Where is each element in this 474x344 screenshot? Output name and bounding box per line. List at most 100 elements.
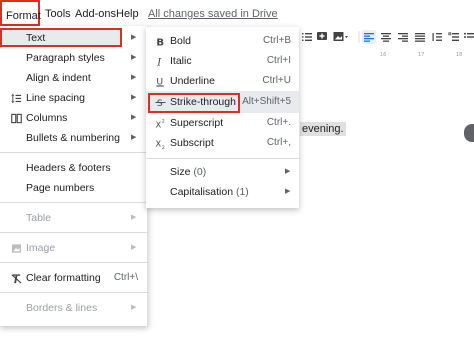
strikethrough-highlight-box bbox=[148, 93, 240, 113]
submenu-item-superscript[interactable]: X2 Superscript Ctrl+. bbox=[146, 113, 299, 133]
menu-item-label: Line spacing bbox=[26, 92, 85, 104]
submenu-arrow-icon: ▶ bbox=[131, 134, 137, 141]
submenu-item-shortcut: Alt+Shift+5 bbox=[242, 96, 291, 107]
svg-text:X: X bbox=[155, 138, 161, 148]
toolbar bbox=[300, 28, 474, 48]
format-menu: Text ▶ Paragraph styles ▶ Align & indent… bbox=[0, 26, 148, 326]
document-selected-text[interactable]: evening. bbox=[300, 122, 346, 136]
menu-item-image: Image ▶ bbox=[0, 238, 148, 258]
align-right-icon[interactable] bbox=[396, 30, 410, 44]
submenu-arrow-icon: ▶ bbox=[131, 34, 137, 41]
superscript-icon: X2 bbox=[154, 117, 166, 129]
menu-item-align-indent[interactable]: Align & indent ▶ bbox=[0, 68, 148, 88]
align-left-icon[interactable] bbox=[362, 30, 376, 44]
text-submenu: B Bold Ctrl+B I Italic Ctrl+I U Underlin… bbox=[146, 27, 299, 208]
menu-item-columns[interactable]: Columns ▶ bbox=[0, 108, 148, 128]
format-menu-button[interactable]: Format bbox=[0, 0, 41, 26]
submenu-arrow-icon: ▶ bbox=[131, 94, 137, 101]
submenu-arrow-icon: ▶ bbox=[285, 168, 291, 175]
checklist-icon[interactable] bbox=[447, 30, 461, 44]
submenu-item-subscript[interactable]: X2 Subscript Ctrl+, bbox=[146, 133, 299, 153]
align-center-icon[interactable] bbox=[379, 30, 393, 44]
submenu-item-underline[interactable]: U Underline Ctrl+U bbox=[146, 71, 299, 91]
ruler-mark: 18 bbox=[456, 52, 463, 58]
menu-item-clear-formatting[interactable]: Clear formatting Ctrl+\ bbox=[0, 268, 148, 288]
submenu-arrow-icon: ▶ bbox=[131, 74, 137, 81]
side-panel-toggle[interactable] bbox=[464, 124, 474, 142]
submenu-item-shortcut: Ctrl+U bbox=[262, 75, 291, 86]
menu-item-line-spacing[interactable]: Line spacing ▶ bbox=[0, 88, 148, 108]
menu-item-label: Image bbox=[26, 242, 56, 254]
submenu-item-label: Subscript bbox=[170, 137, 214, 149]
menu-divider bbox=[0, 292, 148, 293]
menu-item-label: Align & indent bbox=[26, 72, 91, 84]
submenu-item-shortcut: Ctrl+. bbox=[266, 117, 291, 128]
ruler-mark: 17 bbox=[418, 52, 425, 58]
submenu-item-bold[interactable]: B Bold Ctrl+B bbox=[146, 31, 299, 51]
save-status-link[interactable]: All changes saved in Drive bbox=[148, 8, 278, 20]
add-comment-icon[interactable] bbox=[315, 30, 329, 44]
menu-item-label: Clear formatting bbox=[26, 272, 101, 284]
toolbar-divider bbox=[357, 30, 360, 44]
menu-item-label: Borders & lines bbox=[26, 302, 98, 314]
menu-item-label: Paragraph styles bbox=[26, 52, 105, 64]
menu-item-label: Page numbers bbox=[26, 182, 95, 194]
menu-bar: Format Tools Add-ons Help All changes sa… bbox=[0, 0, 474, 28]
submenu-item-shortcut: Ctrl+B bbox=[262, 35, 291, 46]
submenu-arrow-icon: ▶ bbox=[131, 304, 137, 311]
submenu-arrow-icon: ▶ bbox=[131, 114, 137, 121]
submenu-item-label: Size (0) bbox=[170, 166, 206, 178]
addons-menu-button[interactable]: Add-ons bbox=[75, 8, 116, 20]
menu-item-label: Columns bbox=[26, 112, 68, 124]
submenu-item-label: Underline bbox=[170, 75, 215, 87]
submenu-arrow-icon: ▶ bbox=[285, 188, 291, 195]
menu-item-table: Table ▶ bbox=[0, 208, 148, 228]
svg-text:2: 2 bbox=[161, 118, 164, 124]
svg-text:B: B bbox=[156, 37, 164, 46]
columns-icon bbox=[10, 112, 22, 124]
bulleted-list-icon[interactable] bbox=[462, 30, 474, 44]
svg-text:2: 2 bbox=[161, 145, 164, 149]
underline-icon: U bbox=[154, 75, 166, 87]
menu-divider bbox=[0, 202, 148, 203]
numbered-list-icon[interactable] bbox=[300, 30, 314, 44]
italic-icon: I bbox=[154, 55, 166, 67]
menu-divider bbox=[0, 262, 148, 263]
submenu-item-italic[interactable]: I Italic Ctrl+I bbox=[146, 51, 299, 71]
menu-item-paragraph-styles[interactable]: Paragraph styles ▶ bbox=[0, 48, 148, 68]
menu-item-page-numbers[interactable]: Page numbers bbox=[0, 178, 148, 198]
menu-item-label: Table bbox=[26, 212, 52, 224]
insert-image-icon[interactable] bbox=[331, 30, 351, 44]
submenu-item-capitalisation[interactable]: Capitalisation (1) ▶ bbox=[146, 182, 299, 202]
menu-item-headers-footers[interactable]: Headers & footers bbox=[0, 158, 148, 178]
size-count: (0) bbox=[193, 166, 207, 178]
line-spacing-icon bbox=[10, 92, 22, 104]
submenu-arrow-icon: ▶ bbox=[131, 214, 137, 221]
ruler-mark: 16 bbox=[380, 52, 387, 58]
submenu-item-label: Superscript bbox=[170, 117, 224, 129]
menu-item-borders-lines: Borders & lines ▶ bbox=[0, 298, 148, 318]
menu-item-shortcut: Ctrl+\ bbox=[113, 272, 138, 283]
submenu-item-size[interactable]: Size (0) ▶ bbox=[146, 162, 299, 182]
subscript-icon: X2 bbox=[154, 137, 166, 149]
menu-item-label: Headers & footers bbox=[26, 162, 111, 174]
ruler: 16 17 18 bbox=[300, 52, 474, 60]
bold-icon: B bbox=[154, 35, 166, 47]
capitalisation-count: (1) bbox=[235, 186, 249, 198]
help-menu-button[interactable]: Help bbox=[116, 8, 139, 20]
menu-item-text[interactable]: Text bbox=[0, 28, 122, 47]
capitalisation-label: Capitalisation bbox=[170, 186, 234, 198]
size-label: Size bbox=[170, 166, 191, 178]
submenu-arrow-icon: ▶ bbox=[131, 54, 137, 61]
justify-icon[interactable] bbox=[413, 30, 427, 44]
svg-text:U: U bbox=[156, 76, 163, 87]
submenu-arrow-icon: ▶ bbox=[131, 244, 137, 251]
menu-item-bullets-numbering[interactable]: Bullets & numbering ▶ bbox=[0, 128, 148, 148]
clear-formatting-icon bbox=[10, 272, 22, 284]
menu-divider bbox=[0, 152, 148, 153]
line-spacing-toolbar-icon[interactable] bbox=[430, 30, 444, 44]
submenu-item-shortcut: Ctrl+I bbox=[266, 55, 291, 66]
menu-item-label: Bullets & numbering bbox=[26, 132, 120, 144]
submenu-divider bbox=[146, 158, 299, 159]
tools-menu-button[interactable]: Tools bbox=[45, 8, 71, 20]
